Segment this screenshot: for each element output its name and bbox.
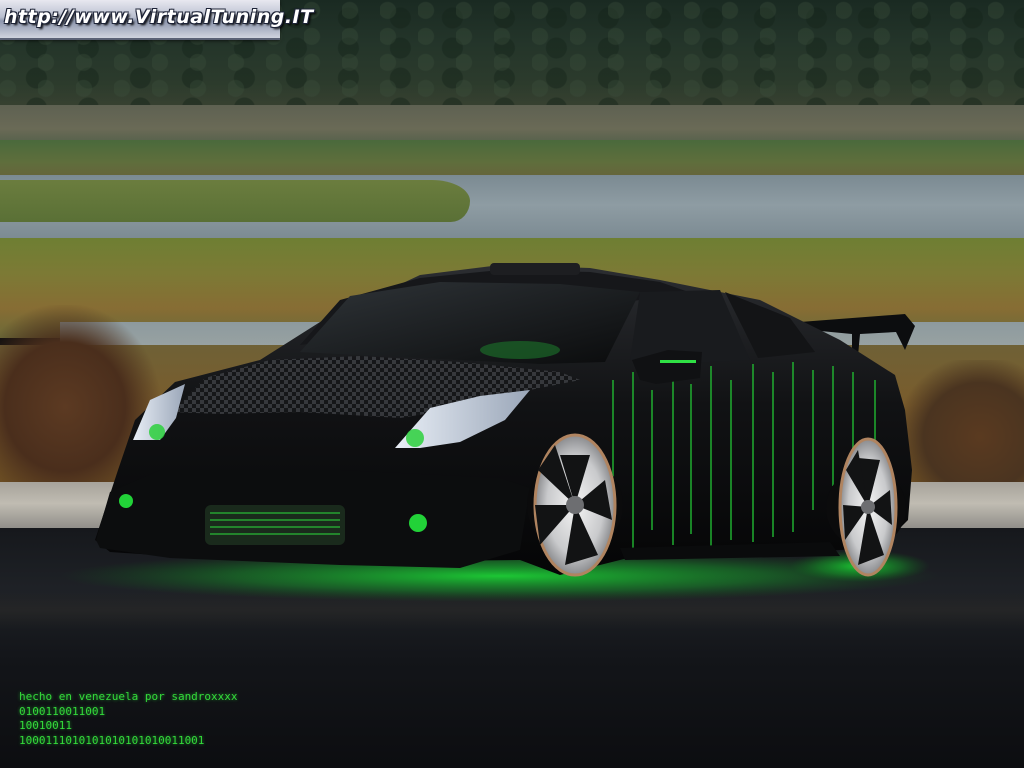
sports-car: [60, 263, 940, 602]
roof-scoop: [490, 263, 580, 275]
watermark-url: http://www.VirtualTuning.IT: [4, 6, 314, 28]
fog-light-left: [119, 494, 133, 508]
mirror-led: [660, 360, 696, 363]
tuned-car-photo: http://www.VirtualTuning.IT hecho en ven…: [0, 0, 1024, 768]
fog-light-right: [409, 514, 427, 532]
headlight-left-ring: [149, 424, 165, 440]
dash-gauges: [480, 341, 560, 359]
front-grille: [205, 505, 345, 545]
watermark-banner: http://www.VirtualTuning.IT: [0, 0, 313, 40]
caption-block: hecho en venezuela por sandroxxxx 010011…: [19, 690, 238, 748]
headlight-right-ring: [406, 429, 424, 447]
caption-line: 10010011: [19, 719, 72, 732]
windshield: [300, 282, 640, 364]
caption-line: 0100110011001: [19, 704, 106, 718]
caption-line: hecho en venezuela por sandroxxxx: [19, 690, 238, 703]
caption-line: 1000111010101010101010011001: [19, 733, 205, 747]
